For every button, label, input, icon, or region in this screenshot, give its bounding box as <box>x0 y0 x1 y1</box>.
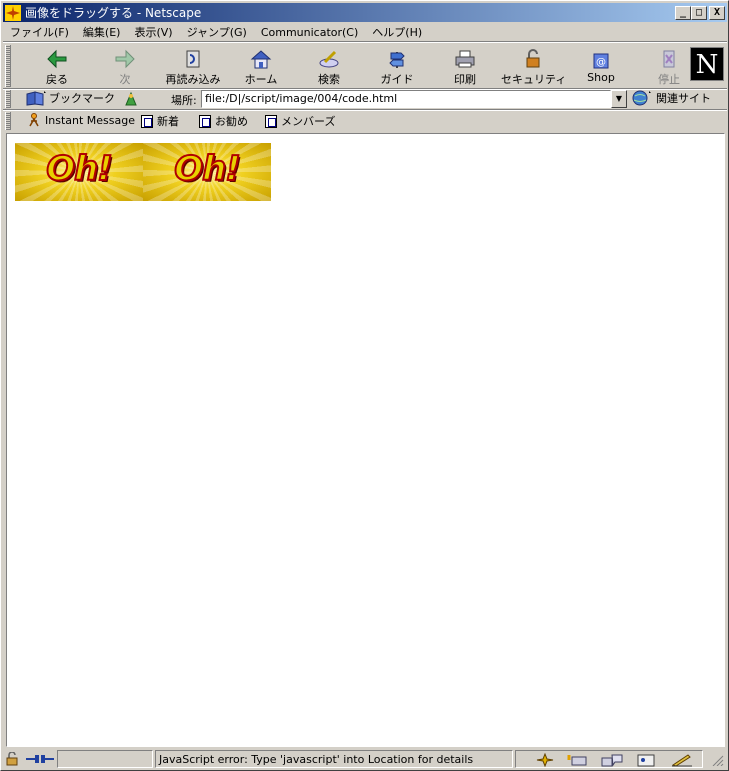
print-label: 印刷 <box>454 73 476 86</box>
progress-bar <box>57 750 153 768</box>
instant-message-label: Instant Message <box>45 113 135 127</box>
new-label: 新着 <box>157 115 179 128</box>
home-icon <box>250 50 272 69</box>
connection-plug-icon <box>26 755 54 763</box>
netscape-logo[interactable]: N <box>690 47 724 81</box>
minimize-button[interactable]: _ <box>675 5 691 20</box>
page-proxy-icon[interactable] <box>123 91 139 107</box>
instant-message-link[interactable]: Instant Message <box>27 113 135 127</box>
menu-communicator[interactable]: Communicator(C) <box>254 26 365 39</box>
component-bar <box>515 750 703 768</box>
globe-icon <box>632 90 651 106</box>
bookmark-page-icon <box>199 114 211 128</box>
oh-image-1[interactable]: Oh! <box>15 143 143 201</box>
padlock-icon <box>526 49 540 68</box>
guide-label: ガイド <box>380 73 414 86</box>
security-button[interactable]: セキュリティ <box>501 46 567 86</box>
oh-image-text: Oh! <box>45 148 114 190</box>
composer-icon[interactable] <box>670 753 694 767</box>
navigation-toolbar: 戻る 次 再読み込み ホーム 検索 ガイド 印刷 セキュリティ @ Shop 停… <box>3 43 727 89</box>
mail-icon[interactable] <box>566 753 590 767</box>
chevron-down-icon: ▼ <box>615 94 623 103</box>
location-label: 場所: <box>171 94 197 107</box>
guide-button[interactable]: ガイド <box>365 46 429 86</box>
print-button[interactable]: 印刷 <box>433 46 497 86</box>
personal-toolbar: Instant Message 新着 お勧め メンバーズ <box>3 111 727 131</box>
toolbar-grip[interactable] <box>5 90 11 108</box>
toolbar-grip[interactable] <box>5 45 11 87</box>
printer-icon <box>455 50 475 68</box>
stop-icon <box>663 50 675 68</box>
close-button[interactable]: X <box>709 5 725 20</box>
bookmarks-label: ブックマーク <box>49 92 115 105</box>
resize-grip-icon[interactable] <box>709 752 725 766</box>
related-sites-button[interactable]: 関連サイト <box>631 90 711 106</box>
menu-view[interactable]: 表示(V) <box>127 24 179 40</box>
home-button[interactable]: ホーム <box>229 46 293 86</box>
address-book-icon[interactable] <box>636 753 656 767</box>
forward-label: 次 <box>119 73 131 86</box>
menu-go[interactable]: ジャンプ(G) <box>180 24 254 40</box>
guide-signpost-icon <box>389 52 405 68</box>
bookmark-book-icon <box>26 91 46 106</box>
reload-label: 再読み込み <box>165 73 221 86</box>
location-toolbar: ブックマーク 場所: file:/D|/script/image/004/cod… <box>3 89 727 109</box>
back-label: 戻る <box>46 73 68 86</box>
shop-button[interactable]: @ Shop <box>569 46 633 86</box>
bookmarks-button[interactable]: ブックマーク <box>25 90 115 106</box>
search-label: 検索 <box>318 73 340 86</box>
related-sites-label: 関連サイト <box>656 92 711 105</box>
status-message: JavaScript error: Type 'javascript' into… <box>155 750 513 768</box>
status-bar: JavaScript error: Type 'javascript' into… <box>3 749 727 769</box>
forward-arrow-icon <box>115 49 135 69</box>
menu-help[interactable]: ヘルプ(H) <box>365 24 429 40</box>
bookmark-page-icon <box>141 114 153 128</box>
location-dropdown-button[interactable]: ▼ <box>611 90 627 108</box>
back-button[interactable]: 戻る <box>25 46 89 86</box>
discussions-icon[interactable] <box>600 753 624 767</box>
bookmark-page-icon <box>265 114 277 128</box>
members-label: メンバーズ <box>281 115 336 128</box>
reload-icon <box>186 50 200 68</box>
home-label: ホーム <box>244 73 278 86</box>
forward-button[interactable]: 次 <box>93 46 157 86</box>
reload-button[interactable]: 再読み込み <box>161 46 225 86</box>
search-button[interactable]: 検索 <box>297 46 361 86</box>
new-link[interactable]: 新着 <box>141 113 179 129</box>
page-content: Oh! Oh! <box>6 133 725 747</box>
window-title: 画像をドラッグする - Netscape <box>25 6 202 20</box>
shop-label: Shop <box>587 71 615 84</box>
location-input[interactable]: file:/D|/script/image/004/code.html <box>201 90 611 108</box>
title-bar: 画像をドラッグする - Netscape _ □ X <box>3 3 727 22</box>
search-icon <box>319 50 339 68</box>
back-arrow-icon <box>47 49 67 69</box>
netscape-app-icon <box>5 4 21 21</box>
recommend-link[interactable]: お勧め <box>199 113 248 129</box>
maximize-button[interactable]: □ <box>691 5 707 20</box>
menu-file[interactable]: ファイル(F) <box>3 24 76 40</box>
shop-bag-icon: @ <box>593 53 609 69</box>
instant-message-person-icon <box>29 113 39 127</box>
svg-text:@: @ <box>596 57 606 68</box>
toolbar-grip[interactable] <box>5 112 11 130</box>
menu-bar: ファイル(F) 編集(E) 表示(V) ジャンプ(G) Communicator… <box>3 23 727 41</box>
oh-image-2[interactable]: Oh! <box>143 143 271 201</box>
menu-edit[interactable]: 編集(E) <box>76 24 128 40</box>
security-label: セキュリティ <box>501 73 567 86</box>
netscape-window: 画像をドラッグする - Netscape _ □ X ファイル(F) 編集(E)… <box>0 0 729 771</box>
window-controls: _ □ X <box>675 5 725 20</box>
security-lock-icon[interactable] <box>5 752 21 766</box>
members-link[interactable]: メンバーズ <box>265 113 335 129</box>
recommend-label: お勧め <box>215 115 248 128</box>
navigator-icon[interactable] <box>536 753 554 767</box>
oh-image-text: Oh! <box>173 148 242 190</box>
